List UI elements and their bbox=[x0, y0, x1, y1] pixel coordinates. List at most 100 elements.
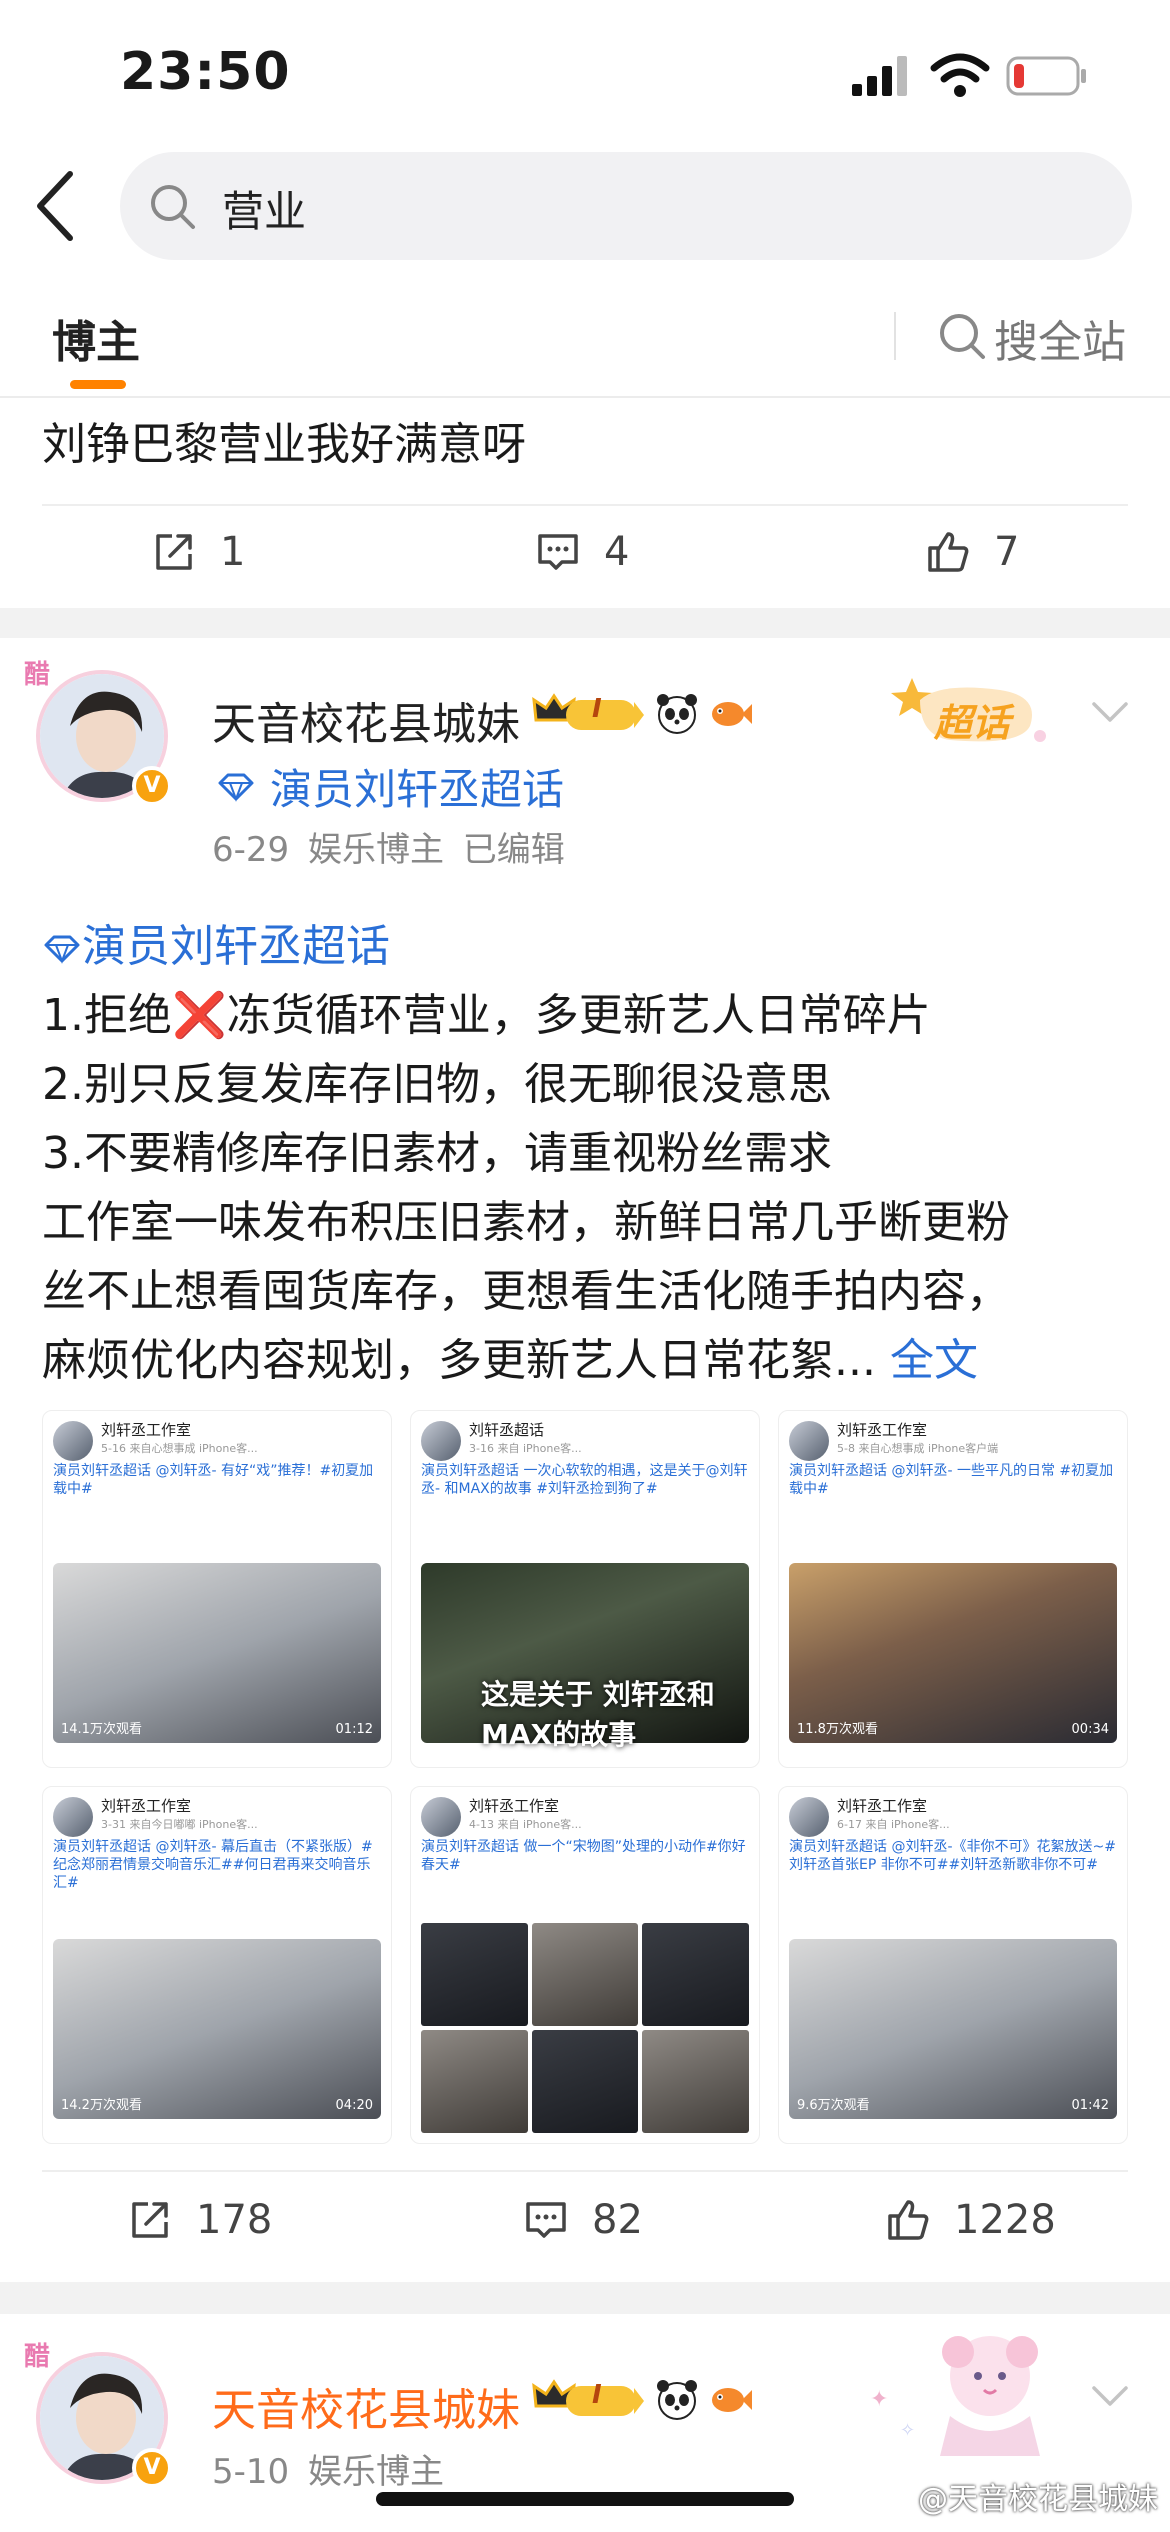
tile-author: 刘轩丞超话 bbox=[469, 1421, 545, 1439]
home-indicator[interactable] bbox=[376, 2492, 794, 2506]
comment-icon bbox=[538, 534, 578, 570]
video-thumbnail: 14.2万次观看 04:20 bbox=[53, 1939, 381, 2119]
author-topic-link[interactable]: 演员刘轩丞超话 bbox=[216, 756, 564, 817]
collage-photo bbox=[421, 1923, 528, 2026]
body-topic-link[interactable]: 演员刘轩丞超话 bbox=[42, 912, 1132, 981]
image-tile[interactable]: 刘轩丞超话 3-16 来自 iPhone客... 演员刘轩丞超话 一次心软软的相遇… bbox=[410, 1410, 760, 1768]
video-thumbnail: 14.1万次观看 01:12 bbox=[53, 1563, 381, 1743]
verified-badge: V bbox=[132, 2448, 172, 2488]
video-thumbnail: 9.6万次观看 01:42 bbox=[789, 1939, 1117, 2119]
photo-collage bbox=[421, 1923, 749, 2133]
tile-author: 刘轩丞工作室 bbox=[101, 1421, 192, 1439]
body-line: 丝不止想看囤货库存，更想看生活化随手拍内容， bbox=[42, 1266, 1010, 1317]
video-thumbnail: 11.8万次观看 00:34 bbox=[789, 1563, 1117, 1743]
tile-source: 3-31 来自今日嘟嘟 iPhone客... bbox=[101, 1818, 258, 1831]
fish-icon bbox=[712, 702, 752, 726]
repost-button[interactable]: 1 bbox=[150, 528, 245, 576]
avatar bbox=[53, 1797, 93, 1837]
body-line-text: 1.拒绝 bbox=[42, 990, 172, 1041]
post-meta: 5-10 娱乐博主 bbox=[212, 2452, 444, 2492]
body-line: 工作室一味发布积压旧素材，新鲜日常几乎断更粉 bbox=[42, 1197, 1010, 1248]
author-name[interactable]: 天音校花县城妹 bbox=[212, 688, 520, 752]
tile-source: 4-13 来自 iPhone客... bbox=[469, 1818, 582, 1831]
repost-count: 178 bbox=[196, 2197, 273, 2243]
repost-count: 1 bbox=[220, 529, 246, 575]
diamond-icon bbox=[218, 773, 254, 802]
thumbs-up-icon bbox=[888, 2200, 929, 2240]
image-tile[interactable]: 刘轩丞工作室 5-16 来自心想事成 iPhone客... 演员刘轩丞超话 @刘轩… bbox=[42, 1410, 392, 1768]
author-badges: I bbox=[530, 690, 752, 736]
video-duration: 01:42 bbox=[1071, 2098, 1109, 2113]
vip-crown-badge-icon bbox=[532, 2379, 644, 2416]
author-name[interactable]: 天音校花县城妹 bbox=[212, 2374, 520, 2438]
back-button[interactable] bbox=[30, 168, 80, 244]
image-tile[interactable]: 刘轩丞工作室 3-31 来自今日嘟嘟 iPhone客... 演员刘轩丞超话 @刘轩… bbox=[42, 1786, 392, 2144]
wifi-icon bbox=[930, 53, 990, 97]
tile-caption: 演员刘轩丞超话 @刘轩丞- 一些平凡的日常 #初夏加载中# bbox=[789, 1463, 1114, 1497]
chevron-down-icon[interactable] bbox=[1090, 2382, 1130, 2410]
avatar-tag: 醋 bbox=[24, 2342, 51, 2372]
image-tile[interactable]: 刘轩丞工作室 6-17 来自 iPhone客... 演员刘轩丞超话 @刘轩丞-《非… bbox=[778, 1786, 1128, 2144]
image-tile[interactable]: 刘轩丞工作室 5-8 来自心想事成 iPhone客户端 演员刘轩丞超话 @刘轩丞-… bbox=[778, 1410, 1128, 1768]
repost-button[interactable]: 178 bbox=[126, 2196, 272, 2244]
tab-active-indicator bbox=[70, 380, 126, 389]
tile-source: 5-16 来自心想事成 iPhone客... bbox=[101, 1442, 258, 1455]
avatar bbox=[421, 1421, 461, 1461]
vip-crown-badge-icon bbox=[532, 693, 644, 730]
comment-button[interactable]: 82 bbox=[522, 2196, 643, 2244]
tab-divider bbox=[894, 312, 896, 360]
like-button[interactable]: 1228 bbox=[884, 2196, 1056, 2244]
tile-author: 刘轩丞工作室 bbox=[837, 1421, 928, 1439]
post-body[interactable]: 演员刘轩丞超话 1.拒绝❌冻货循环营业，多更新艺人日常碎片 2.别只反复发库存旧… bbox=[42, 912, 1132, 1395]
cartoon-decoration-icon: ✦ ✧ bbox=[870, 2336, 1040, 2456]
cross-mark-icon: ❌ bbox=[171, 990, 227, 1041]
full-text-link[interactable]: 全文 bbox=[890, 1335, 978, 1386]
tile-caption: 演员刘轩丞超话 一次心软软的相遇，这是关于@刘轩丞- 和MAX的故事 #刘轩丞捡… bbox=[421, 1463, 748, 1497]
comment-count: 82 bbox=[592, 2197, 643, 2243]
tile-caption: 演员刘轩丞超话 @刘轩丞- 幕后直击（不紧张版）#纪念郑丽君情景交响音乐汇##何… bbox=[53, 1839, 373, 1891]
search-query[interactable]: 营业 bbox=[222, 178, 306, 239]
tile-source: 6-17 来自 iPhone客... bbox=[837, 1818, 950, 1831]
header-divider bbox=[0, 396, 1170, 398]
author-avatar[interactable]: 醋 V bbox=[24, 660, 176, 810]
diamond-icon bbox=[44, 935, 80, 964]
comment-button[interactable]: 4 bbox=[534, 528, 629, 576]
collage-photo bbox=[531, 1923, 639, 2026]
panda-icon bbox=[657, 694, 697, 734]
fish-icon bbox=[712, 2388, 752, 2412]
feed-gap bbox=[0, 608, 1170, 638]
comment-icon bbox=[526, 2202, 566, 2238]
battery-low-icon bbox=[1006, 56, 1086, 96]
post-text[interactable]: 刘铮巴黎营业我好满意呀 bbox=[42, 408, 526, 472]
thumbs-up-icon bbox=[928, 532, 969, 572]
view-count: 14.2万次观看 bbox=[61, 2098, 142, 2113]
tile-caption: 演员刘轩丞超话 @刘轩丞- 有好“戏”推荐！#初夏加载中# bbox=[53, 1463, 374, 1497]
tab-bloggers[interactable]: 博主 bbox=[52, 306, 140, 370]
chevron-down-icon[interactable] bbox=[1090, 698, 1130, 726]
view-count: 11.8万次观看 bbox=[797, 1722, 878, 1737]
avatar bbox=[789, 1797, 829, 1837]
search-all-button[interactable]: 搜全站 bbox=[994, 306, 1126, 370]
repost-icon bbox=[156, 534, 192, 570]
like-count: 1228 bbox=[954, 2197, 1056, 2243]
like-button[interactable]: 7 bbox=[924, 528, 1019, 576]
status-time: 23:50 bbox=[120, 42, 291, 102]
author-avatar[interactable]: 醋 V bbox=[24, 2342, 176, 2492]
view-count: 14.1万次观看 bbox=[61, 1722, 142, 1737]
avatar bbox=[53, 1421, 93, 1461]
author-badges: I bbox=[530, 2376, 752, 2422]
avatar-tag: 醋 bbox=[24, 660, 51, 690]
search-icon[interactable] bbox=[938, 312, 986, 360]
tile-author: 刘轩丞工作室 bbox=[101, 1797, 192, 1815]
panda-icon bbox=[657, 2380, 697, 2420]
divider bbox=[42, 2170, 1128, 2172]
tile-author: 刘轩丞工作室 bbox=[469, 1797, 560, 1815]
vip-level: I bbox=[592, 694, 602, 724]
image-tile[interactable]: 刘轩丞工作室 4-13 来自 iPhone客... 演员刘轩丞超话 做一个“宋物图… bbox=[410, 1786, 760, 2144]
chaohua-badge[interactable]: 超话 bbox=[890, 670, 1060, 760]
comment-count: 4 bbox=[604, 529, 630, 575]
chaohua-label: 超话 bbox=[934, 701, 1011, 745]
post-meta: 6-29 娱乐博主 已编辑 bbox=[212, 830, 565, 870]
collage-photo bbox=[531, 2030, 639, 2133]
video-thumbnail: 这是关于 刘轩丞和MAX的故事 bbox=[421, 1563, 749, 1751]
